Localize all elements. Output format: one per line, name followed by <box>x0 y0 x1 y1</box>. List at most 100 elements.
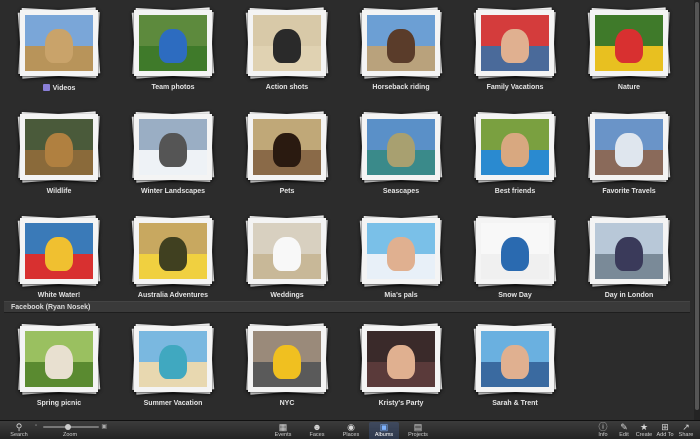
album-cover-photo <box>253 331 321 387</box>
globe-icon: ◉ <box>347 422 355 432</box>
album-item[interactable]: Snow Day <box>458 212 572 312</box>
album-item[interactable]: Family Vacations <box>458 4 572 104</box>
album-title: Spring picnic <box>36 400 82 407</box>
album-thumbnail[interactable] <box>245 323 329 395</box>
scroll-thumb[interactable] <box>695 2 699 410</box>
album-title: Family Vacations <box>486 84 544 91</box>
album-item[interactable]: Spring picnic <box>2 320 116 420</box>
album-label: Spring picnic <box>2 400 116 407</box>
album-thumbnail[interactable] <box>359 111 443 183</box>
album-cover-photo <box>253 223 321 279</box>
album-item[interactable]: Kristy's Party <box>344 320 458 420</box>
album-cover-photo <box>595 15 663 71</box>
album-item[interactable]: Sarah & Trent <box>458 320 572 420</box>
places-button[interactable]: ◉ Places <box>336 422 366 439</box>
album-thumbnail[interactable] <box>245 7 329 79</box>
share-icon: ↗ <box>682 422 690 432</box>
album-cover-photo <box>253 119 321 175</box>
album-item[interactable]: Nature <box>572 4 686 104</box>
album-item[interactable]: Australia Adventures <box>116 212 230 312</box>
album-label: Australia Adventures <box>116 292 230 299</box>
album-thumbnail[interactable] <box>245 111 329 183</box>
album-cover-photo <box>481 15 549 71</box>
album-item[interactable]: NYC <box>230 320 344 420</box>
album-title: Favorite Travels <box>602 188 656 195</box>
album-cover-photo <box>139 223 207 279</box>
album-cover-photo <box>367 223 435 279</box>
album-thumbnail[interactable] <box>359 7 443 79</box>
album-title: Best friends <box>494 188 536 195</box>
album-item[interactable]: Pets <box>230 108 344 208</box>
album-item[interactable]: Mia's pals <box>344 212 458 312</box>
album-item[interactable]: Weddings <box>230 212 344 312</box>
section-title: Facebook (Ryan Nosek) <box>11 304 91 311</box>
albums-button[interactable]: ▣ Albums <box>369 422 399 439</box>
album-thumbnail[interactable] <box>587 7 671 79</box>
search-button[interactable]: ⚲ Search <box>4 422 34 439</box>
create-icon: ★ <box>639 422 649 432</box>
share-button[interactable]: ↗ Share <box>672 422 700 439</box>
zoom-knob[interactable] <box>65 424 72 430</box>
faces-button[interactable]: ☻ Faces <box>302 422 332 439</box>
album-thumbnail[interactable] <box>473 323 557 395</box>
album-cover-photo <box>25 331 93 387</box>
info-icon: ⓘ <box>598 422 608 432</box>
album-item[interactable]: Day in London <box>572 212 686 312</box>
album-item[interactable]: Best friends <box>458 108 572 208</box>
album-label: Best friends <box>458 188 572 195</box>
album-item[interactable]: Team photos <box>116 4 230 104</box>
album-item[interactable]: Wildlife <box>2 108 116 208</box>
plus-icon: ⊞ <box>661 422 669 432</box>
projects-icon: ▤ <box>413 422 423 432</box>
album-cover-photo <box>139 119 207 175</box>
album-thumbnail[interactable] <box>359 323 443 395</box>
album-thumbnail[interactable] <box>131 111 215 183</box>
album-title: Summer Vacation <box>143 400 203 407</box>
album-thumbnail[interactable] <box>17 215 101 287</box>
album-item[interactable]: Videos <box>2 4 116 104</box>
album-item[interactable]: Favorite Travels <box>572 108 686 208</box>
album-thumbnail[interactable] <box>131 323 215 395</box>
album-title: Videos <box>52 85 76 92</box>
album-thumbnail[interactable] <box>587 111 671 183</box>
album-label: Day in London <box>572 292 686 299</box>
album-cover-photo <box>367 331 435 387</box>
album-label: NYC <box>230 400 344 407</box>
album-label: Weddings <box>230 292 344 299</box>
albums-icon: ▣ <box>379 422 389 432</box>
album-item[interactable]: White Water! <box>2 212 116 312</box>
album-cover-photo <box>481 223 549 279</box>
album-label: Kristy's Party <box>344 400 458 407</box>
album-thumbnail[interactable] <box>17 111 101 183</box>
album-thumbnail[interactable] <box>245 215 329 287</box>
album-thumbnail[interactable] <box>17 7 101 79</box>
album-item[interactable]: Summer Vacation <box>116 320 230 420</box>
zoom-slider[interactable]: ▫ ▣ <box>35 423 107 430</box>
album-thumbnail[interactable] <box>131 215 215 287</box>
album-thumbnail[interactable] <box>17 323 101 395</box>
album-title: Weddings <box>270 292 304 299</box>
album-cover-photo <box>25 119 93 175</box>
album-thumbnail[interactable] <box>587 215 671 287</box>
album-thumbnail[interactable] <box>131 7 215 79</box>
album-title: Snow Day <box>498 292 532 299</box>
projects-button[interactable]: ▤ Projects <box>403 422 433 439</box>
album-title: Day in London <box>604 292 654 299</box>
scrollbar[interactable] <box>694 0 700 420</box>
album-title: Horseback riding <box>372 84 430 91</box>
album-thumbnail[interactable] <box>359 215 443 287</box>
album-item[interactable]: Action shots <box>230 4 344 104</box>
zoom-large-icon: ▣ <box>101 424 107 430</box>
zoom-label: Zoom <box>63 432 78 438</box>
album-title: Nature <box>617 84 641 91</box>
album-thumbnail[interactable] <box>473 215 557 287</box>
search-icon: ⚲ <box>15 422 23 432</box>
album-title: Mia's pals <box>384 292 418 299</box>
album-thumbnail[interactable] <box>473 111 557 183</box>
video-icon <box>42 84 50 91</box>
album-thumbnail[interactable] <box>473 7 557 79</box>
album-item[interactable]: Winter Landscapes <box>116 108 230 208</box>
album-item[interactable]: Horseback riding <box>344 4 458 104</box>
album-item[interactable]: Seascapes <box>344 108 458 208</box>
events-button[interactable]: ▦ Events <box>268 422 298 439</box>
